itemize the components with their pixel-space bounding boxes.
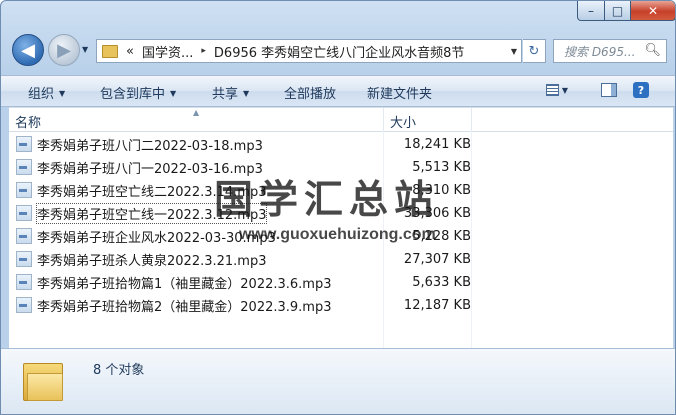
refresh-button[interactable]: ↻ xyxy=(523,39,546,63)
file-size: 12,187 KB xyxy=(403,297,471,313)
breadcrumb-separator-icon[interactable]: ▸ xyxy=(201,46,206,56)
details-view-icon xyxy=(546,84,559,96)
chevron-down-icon: ▼ xyxy=(561,85,568,95)
file-name: 李秀娟弟子班拾物篇2（袖里藏金）2022.3.9.mp3 xyxy=(37,299,332,315)
help-icon: ? xyxy=(637,83,645,97)
mp3-file-icon xyxy=(16,136,32,152)
maximize-button[interactable]: □ xyxy=(605,1,631,21)
explorer-window: – □ ✕ ◀ ▶ ▼ « 国学资... ▸ D6956 李秀娟空亡线八门企业风… xyxy=(0,0,676,415)
file-row[interactable]: 李秀娟弟子班八门二2022-03-18.mp3 18,241 KB xyxy=(16,134,476,154)
include-library-label: 包含到库中 xyxy=(100,87,166,102)
refresh-icon: ↻ xyxy=(528,43,540,59)
column-header-name[interactable]: 名称 xyxy=(15,112,41,131)
view-options-button[interactable]: ▼ xyxy=(546,82,568,98)
help-button[interactable]: ? xyxy=(633,82,649,98)
file-row[interactable]: 李秀娟弟子班拾物篇2（袖里藏金）2022.3.9.mp3 12,187 KB xyxy=(16,295,476,315)
mp3-file-icon xyxy=(16,251,32,267)
search-placeholder: 搜索 D695... xyxy=(564,44,636,59)
mp3-file-icon xyxy=(16,297,32,313)
minimize-button[interactable]: – xyxy=(577,1,605,21)
command-bar: 组织 ▼ 包含到库中 ▼ 共享 ▼ 全部播放 新建文件夹 ▼ ? xyxy=(1,75,675,107)
column-divider[interactable] xyxy=(383,108,384,131)
share-button[interactable]: 共享 ▼ xyxy=(212,83,249,102)
file-name: 李秀娟弟子班八门二2022-03-18.mp3 xyxy=(37,138,263,154)
new-folder-button[interactable]: 新建文件夹 xyxy=(367,83,432,102)
mp3-file-icon xyxy=(16,182,32,198)
file-row[interactable]: 李秀娟弟子班杀人黄泉2022.3.21.mp3 27,307 KB xyxy=(16,249,476,269)
watermark-title: 国学汇总站 xyxy=(214,178,440,223)
breadcrumb-item-parent[interactable]: 国学资... xyxy=(142,42,193,61)
play-all-button[interactable]: 全部播放 xyxy=(284,83,336,102)
mp3-file-icon xyxy=(16,205,32,221)
preview-pane-button[interactable] xyxy=(601,82,617,98)
column-divider[interactable] xyxy=(471,108,472,131)
organize-button[interactable]: 组织 ▼ xyxy=(28,83,65,102)
details-pane: 8 个对象 xyxy=(1,348,675,414)
recent-pages-dropdown[interactable]: ▼ xyxy=(82,45,88,54)
forward-arrow-icon: ▶ xyxy=(57,39,71,61)
breadcrumb-overflow[interactable]: « xyxy=(126,44,134,59)
chevron-down-icon: ▼ xyxy=(170,89,177,98)
chevron-down-icon: ▼ xyxy=(243,89,250,98)
close-button[interactable]: ✕ xyxy=(631,1,675,21)
organize-label: 组织 xyxy=(28,87,55,102)
folder-icon xyxy=(102,44,118,58)
forward-button[interactable]: ▶ xyxy=(48,34,80,66)
file-row[interactable]: 李秀娟弟子班拾物篇1（袖里藏金）2022.3.6.mp3 5,633 KB xyxy=(16,272,476,292)
mp3-file-icon xyxy=(16,159,32,175)
sort-ascending-icon: ▲ xyxy=(193,108,200,117)
column-header-size[interactable]: 大小 xyxy=(390,112,416,131)
back-button[interactable]: ◀ xyxy=(12,34,44,66)
column-header-row: ▲ 名称 大小 xyxy=(9,108,673,132)
mp3-file-icon xyxy=(16,274,32,290)
breadcrumb-item-current[interactable]: D6956 李秀娟空亡线八门企业风水音频8节 xyxy=(214,42,465,61)
search-input[interactable]: 搜索 D695... 🔍︎ xyxy=(553,39,667,63)
large-folder-icon xyxy=(23,359,63,401)
file-size: 27,307 KB xyxy=(403,251,471,267)
watermark-url: www.guoxuehuizong.com xyxy=(239,226,436,243)
back-arrow-icon: ◀ xyxy=(21,39,35,61)
chevron-down-icon: ▼ xyxy=(59,89,66,98)
search-icon[interactable]: 🔍︎ xyxy=(644,43,661,58)
file-name: 李秀娟弟子班杀人黄泉2022.3.21.mp3 xyxy=(37,253,267,269)
address-dropdown-icon[interactable]: ▼ xyxy=(511,47,517,56)
file-size: 18,241 KB xyxy=(403,136,471,152)
share-label: 共享 xyxy=(212,87,239,102)
file-name: 李秀娟弟子班拾物篇1（袖里藏金）2022.3.6.mp3 xyxy=(37,276,332,292)
address-bar[interactable]: « 国学资... ▸ D6956 李秀娟空亡线八门企业风水音频8节 ▼ xyxy=(96,39,522,63)
include-library-button[interactable]: 包含到库中 ▼ xyxy=(100,83,176,102)
mp3-file-icon xyxy=(16,228,32,244)
breadcrumb: « 国学资... ▸ D6956 李秀娟空亡线八门企业风水音频8节 xyxy=(126,42,464,61)
preview-pane-icon xyxy=(601,83,617,97)
item-count: 8 个对象 xyxy=(93,363,145,378)
window-controls: – □ ✕ xyxy=(577,1,675,21)
file-size: 5,633 KB xyxy=(412,274,471,290)
